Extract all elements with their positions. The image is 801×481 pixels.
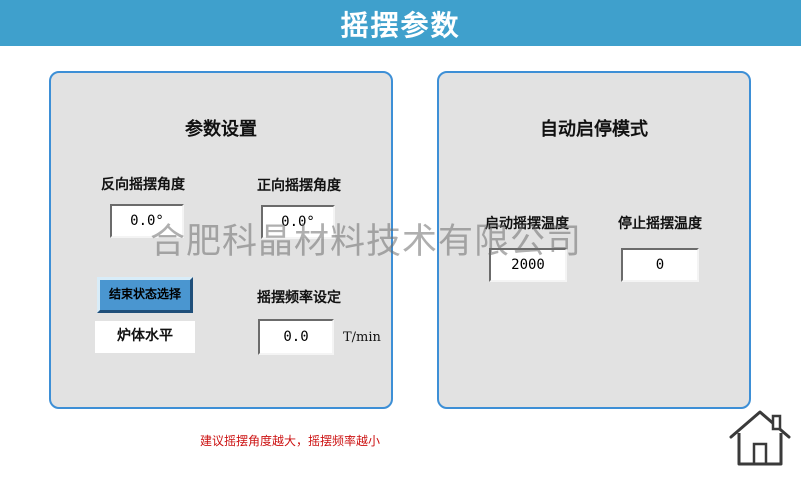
stop-temp-label: 停止摇摆温度 [618,216,702,232]
auto-mode-panel: 自动启停模式 启动摇摆温度 2000 停止摇摆温度 0 [437,71,751,409]
forward-angle-input[interactable]: 0.0° [261,205,335,239]
start-temp-input[interactable]: 2000 [489,248,567,282]
home-icon[interactable] [728,408,792,468]
end-state-value: 炉体水平 [95,321,195,353]
hint-text: 建议摇摆角度越大，摇摆频率越小 [200,434,381,448]
params-panel-title: 参数设置 [185,119,257,140]
frequency-label: 摇摆频率设定 [257,290,341,306]
frequency-unit: T/min [343,330,381,345]
start-temp-label: 启动摇摆温度 [485,216,569,232]
forward-angle-label: 正向摇摆角度 [257,178,341,194]
page-title: 摇摆参数 [340,9,461,42]
stop-temp-input[interactable]: 0 [621,248,699,282]
reverse-angle-input[interactable]: 0.0° [110,204,184,238]
params-panel: 参数设置 反向摇摆角度 0.0° 正向摇摆角度 0.0° 结束状态选择 炉体水平… [49,71,393,409]
title-bar: 摇摆参数 [0,0,801,46]
auto-mode-panel-title: 自动启停模式 [540,119,648,140]
end-state-select-button[interactable]: 结束状态选择 [97,277,193,313]
frequency-input[interactable]: 0.0 [258,319,334,355]
reverse-angle-label: 反向摇摆角度 [101,177,185,193]
